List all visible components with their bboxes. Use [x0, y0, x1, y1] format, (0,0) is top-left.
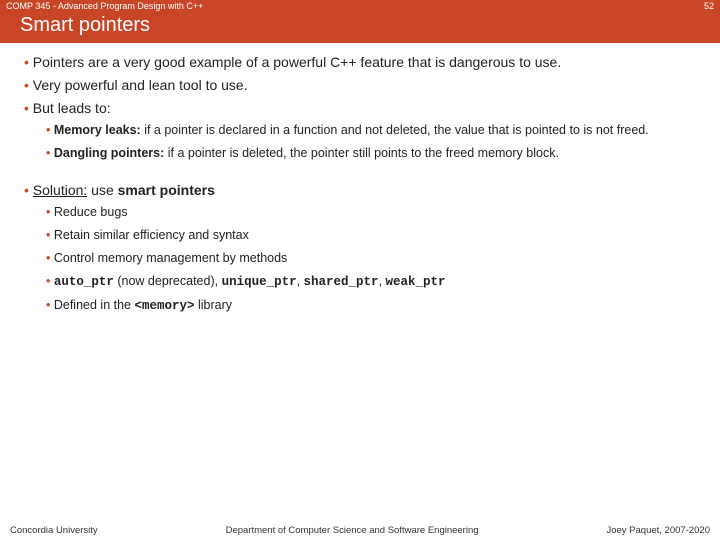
bullet-text: (now deprecated),	[114, 274, 222, 288]
bold-term: Dangling pointers:	[54, 146, 164, 160]
underline-term: Solution:	[33, 182, 87, 198]
slide-content: Pointers are a very good example of a po…	[0, 43, 720, 315]
bullet-text: if a pointer is deleted, the pointer sti…	[164, 146, 559, 160]
footer-bar: Concordia University Department of Compu…	[0, 525, 720, 536]
sub-bullet-item: auto_ptr (now deprecated), unique_ptr, s…	[46, 273, 696, 291]
sub-bullet-item: Defined in the <memory> library	[46, 297, 696, 315]
page-title: Smart pointers	[20, 14, 150, 36]
footer-center: Department of Computer Science and Softw…	[226, 525, 479, 536]
code-term: auto_ptr	[54, 275, 114, 289]
bullet-text: Reduce bugs	[54, 205, 128, 219]
footer-left: Concordia University	[10, 525, 98, 536]
bullet-text: ,	[379, 274, 386, 288]
bullet-text: if a pointer is declared in a function a…	[141, 123, 649, 137]
code-term: unique_ptr	[222, 275, 297, 289]
title-bar: Smart pointers	[0, 12, 720, 43]
bold-term: smart pointers	[118, 182, 215, 198]
bullet-item: But leads to:	[24, 99, 696, 118]
bullet-text: Retain similar efficiency and syntax	[54, 228, 249, 242]
slide-number: 52	[704, 1, 714, 11]
bullet-text: Defined in the	[54, 298, 135, 312]
footer-right: Joey Paquet, 2007-2020	[606, 525, 710, 536]
code-term: <memory>	[134, 299, 194, 313]
sub-bullet-item: Control memory management by methods	[46, 250, 696, 267]
bullet-text: library	[194, 298, 232, 312]
bullet-text: Very powerful and lean tool to use.	[33, 77, 248, 93]
bullet-text: ,	[297, 274, 304, 288]
sub-bullet-item: Memory leaks: if a pointer is declared i…	[46, 122, 696, 139]
code-term: weak_ptr	[386, 275, 446, 289]
bullet-item: Solution: use smart pointers	[24, 181, 696, 200]
code-term: shared_ptr	[304, 275, 379, 289]
sub-bullet-item: Retain similar efficiency and syntax	[46, 227, 696, 244]
sub-bullet-item: Reduce bugs	[46, 204, 696, 221]
bold-term: Memory leaks:	[54, 123, 141, 137]
bullet-item: Very powerful and lean tool to use.	[24, 76, 696, 95]
bullet-text: But leads to:	[33, 100, 111, 116]
bullet-item: Pointers are a very good example of a po…	[24, 53, 696, 72]
header-bar: COMP 345 - Advanced Program Design with …	[0, 0, 720, 12]
bullet-text: Pointers are a very good example of a po…	[33, 54, 561, 70]
bullet-text: Control memory management by methods	[54, 251, 287, 265]
course-label: COMP 345 - Advanced Program Design with …	[6, 1, 203, 11]
bullet-text: use	[87, 182, 117, 198]
sub-bullet-item: Dangling pointers: if a pointer is delet…	[46, 145, 696, 162]
